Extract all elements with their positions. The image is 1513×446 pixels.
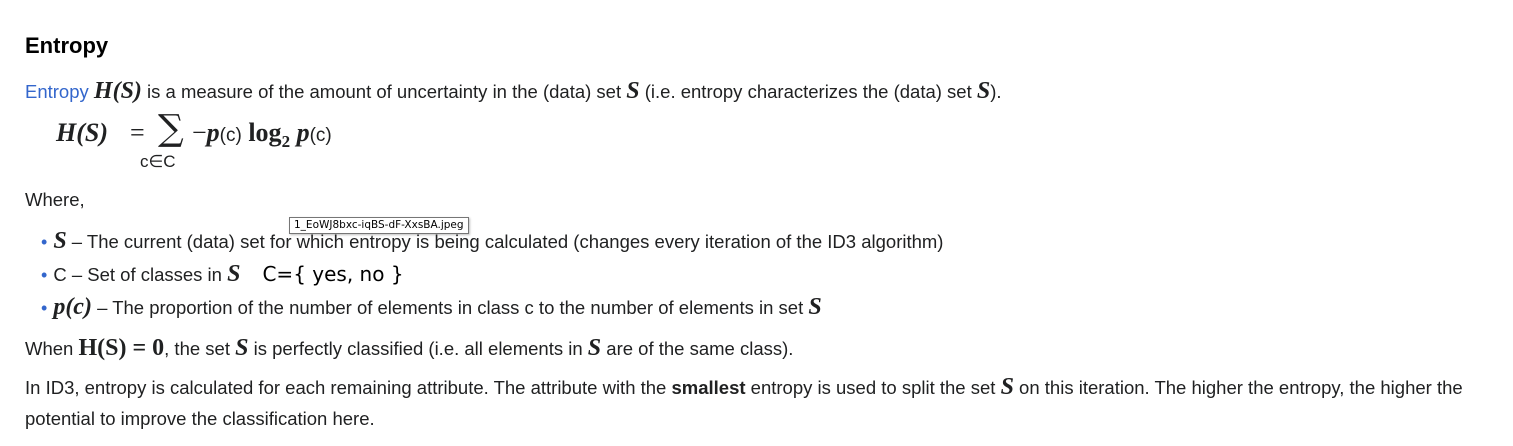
- formula-equals: =: [130, 118, 145, 147]
- class-symbol: C: [53, 264, 67, 285]
- formula-lhs: H(S): [56, 118, 108, 147]
- formula-body: −p(c) log2 p(c): [192, 118, 332, 152]
- math-s: S: [587, 335, 602, 361]
- formula-p: p: [290, 118, 310, 147]
- id3-paragraph: In ID3, entropy is calculated for each r…: [25, 372, 1465, 434]
- bullet-text: to the number of elements in set: [533, 297, 809, 318]
- math-h-s-zero: H(S) = 0: [78, 335, 165, 361]
- math-s: S: [227, 261, 241, 287]
- bullet-text: – Set of classes in: [66, 264, 228, 285]
- intro-text-3: ).: [990, 81, 1002, 102]
- when-text: is perfectly classified (i.e. all elemen…: [248, 338, 588, 359]
- list-item: • C – Set of classes in S C={ yes, no }: [41, 259, 404, 290]
- formula-p: p: [206, 118, 220, 147]
- bullet-icon: •: [41, 232, 48, 252]
- entropy-link[interactable]: Entropy: [25, 81, 89, 102]
- formula-c: (c): [219, 125, 242, 146]
- summation-subscript: c∈C: [140, 152, 176, 171]
- section-heading: Entropy: [25, 33, 109, 58]
- intro-text-1: is a measure of the amount of uncertaint…: [141, 81, 627, 102]
- formula-log-base: 2: [281, 132, 291, 151]
- bullet-icon: •: [41, 265, 48, 285]
- entropy-formula: H(S) = ∑ c∈C −p(c) log2 p(c): [56, 109, 376, 178]
- bullet-icon: •: [41, 298, 48, 318]
- list-item: • S – The current (data) set for which en…: [41, 226, 943, 257]
- math-p-c: p(c): [53, 294, 92, 320]
- formula-log: log: [241, 118, 282, 147]
- when-text: , the set: [164, 338, 236, 359]
- filename-tooltip: 1_EoWJ8bxc-iqBS-dF-XxsBA.jpeg: [289, 217, 469, 234]
- summation-symbol: ∑: [158, 108, 184, 149]
- list-item: • p(c) – The proportion of the number of …: [41, 292, 822, 323]
- paragraph-text: In ID3, entropy is calculated for each r…: [25, 377, 672, 398]
- when-text: are of the same class).: [601, 338, 794, 359]
- math-s: S: [1000, 374, 1014, 400]
- math-s: S: [53, 228, 67, 254]
- math-h-s: H(S): [93, 78, 142, 104]
- when-text: When: [25, 338, 79, 359]
- formula-c: (c): [309, 125, 332, 146]
- math-s: S: [626, 78, 640, 104]
- math-s: S: [808, 294, 822, 320]
- intro-sentence: Entropy H(S) is a measure of the amount …: [25, 76, 1002, 107]
- paragraph-text: entropy is used to split the set: [745, 377, 1001, 398]
- math-s: S: [235, 335, 249, 361]
- when-sentence: When H(S) = 0, the set S is perfectly cl…: [25, 333, 793, 364]
- handwritten-annotation: C={ yes, no }: [262, 262, 404, 286]
- bullet-text: – The current (data) set for which entro…: [66, 231, 944, 252]
- paragraph-bold: smallest: [671, 377, 746, 398]
- bullet-text: – The proportion of the number of elemen…: [91, 297, 525, 318]
- math-s: S: [976, 78, 991, 104]
- where-label: Where,: [25, 189, 85, 210]
- intro-text-2: (i.e. entropy characterizes the (data) s…: [639, 81, 977, 102]
- formula-minus: −: [192, 118, 207, 147]
- class-symbol: c: [524, 297, 534, 318]
